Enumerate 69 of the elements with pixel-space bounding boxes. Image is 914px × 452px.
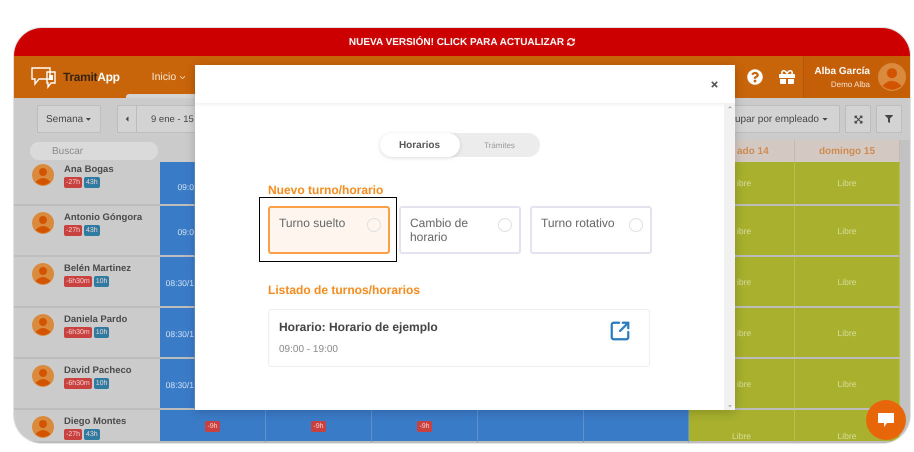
avatar-icon bbox=[32, 212, 54, 234]
schedule-title: Horario: Horario de ejemplo bbox=[279, 320, 438, 334]
caret-icon bbox=[820, 115, 829, 123]
radio-circle bbox=[367, 218, 381, 232]
free-day-cell[interactable]: Libre bbox=[795, 257, 900, 308]
scroll-up-icon bbox=[726, 104, 732, 110]
free-day-cell[interactable]: ibre bbox=[735, 206, 795, 257]
free-day-cell[interactable]: Libre bbox=[795, 308, 900, 359]
caret-icon bbox=[85, 115, 92, 123]
user-name: Alba García bbox=[814, 66, 870, 76]
scrollbar[interactable] bbox=[724, 103, 735, 410]
day-header: domingo 15 bbox=[795, 140, 900, 162]
shift-cell[interactable]: 08:30/1 bbox=[160, 359, 195, 410]
section-title: Nuevo turno/horario bbox=[268, 183, 384, 197]
day-header: ado 14 bbox=[735, 140, 795, 162]
shift-type-option[interactable]: Turno suelto bbox=[268, 206, 390, 254]
employee-name: Antonio Góngora bbox=[64, 212, 142, 223]
shift-cell[interactable]: 08:30/1 bbox=[160, 308, 195, 359]
date-range-field[interactable]: 9 ene - 15 bbox=[137, 105, 195, 133]
avatar-icon bbox=[32, 416, 54, 438]
free-day-cell[interactable]: ibre bbox=[735, 257, 795, 308]
external-link-icon bbox=[609, 320, 631, 342]
radio-circle bbox=[629, 218, 643, 232]
help-icon bbox=[747, 69, 764, 85]
shift-type-option[interactable]: Cambio de horario bbox=[399, 206, 521, 254]
schedule-hours: 09:00 - 19:00 bbox=[279, 344, 339, 355]
avatar-icon bbox=[32, 365, 54, 387]
avatar-icon bbox=[32, 164, 54, 186]
close-icon bbox=[710, 80, 719, 88]
avatar-icon bbox=[32, 263, 54, 285]
section-title: Listado de turnos/horarios bbox=[268, 283, 422, 297]
employee-name: Daniela Pardo bbox=[64, 314, 128, 325]
gift-icon bbox=[779, 69, 796, 85]
free-day-cell[interactable]: ibre bbox=[735, 359, 795, 410]
chat-icon bbox=[877, 412, 895, 428]
view-dropdown[interactable]: Semana bbox=[37, 105, 101, 133]
segment-tab[interactable]: Trámites bbox=[460, 133, 540, 157]
segment-tab[interactable]: Horarios bbox=[380, 133, 460, 157]
app-logo: TramitApp bbox=[63, 70, 120, 84]
free-day-cell[interactable]: Libre bbox=[795, 206, 900, 257]
update-banner[interactable]: NUEVA VERSIÓN! CLICK PARA ACTUALIZAR bbox=[14, 28, 910, 56]
free-day-label: Libre bbox=[732, 431, 751, 441]
free-day-label: Libre bbox=[838, 431, 856, 441]
company-name: Demo Alba bbox=[830, 80, 870, 88]
caret-left-icon bbox=[123, 115, 131, 123]
shift-cell[interactable] bbox=[478, 410, 584, 443]
free-day-cell[interactable]: ibre bbox=[735, 162, 795, 206]
expand-button[interactable] bbox=[845, 105, 871, 133]
shift-type-option[interactable]: Turno rotativo bbox=[530, 206, 652, 254]
radio-circle bbox=[498, 218, 512, 232]
search-field[interactable]: Buscar bbox=[30, 142, 158, 160]
employee-name: Ana Bogas bbox=[64, 164, 114, 175]
free-day-cell[interactable]: Libre bbox=[795, 162, 900, 206]
group-by-dropdown[interactable]: upar por empleado bbox=[735, 105, 840, 133]
employee-name: Belén Martinez bbox=[64, 263, 132, 274]
shift-cell[interactable] bbox=[584, 410, 689, 443]
filter-icon bbox=[885, 115, 893, 123]
shift-cell[interactable]: 09:0 bbox=[160, 162, 195, 206]
expand-icon bbox=[854, 114, 862, 124]
filter-button[interactable] bbox=[876, 105, 902, 133]
shift-cell[interactable]: 08:30/1 bbox=[160, 257, 195, 308]
employee-name: Diego Montes bbox=[64, 416, 126, 427]
avatar-icon bbox=[32, 314, 54, 336]
employee-name: David Pacheco bbox=[64, 365, 132, 376]
free-day-cell[interactable]: Libre bbox=[795, 359, 900, 410]
refresh-icon bbox=[567, 38, 576, 46]
shift-cell[interactable]: 09:0 bbox=[160, 206, 195, 257]
scroll-down-icon bbox=[726, 403, 732, 409]
free-day-cell[interactable]: ibre bbox=[735, 308, 795, 359]
